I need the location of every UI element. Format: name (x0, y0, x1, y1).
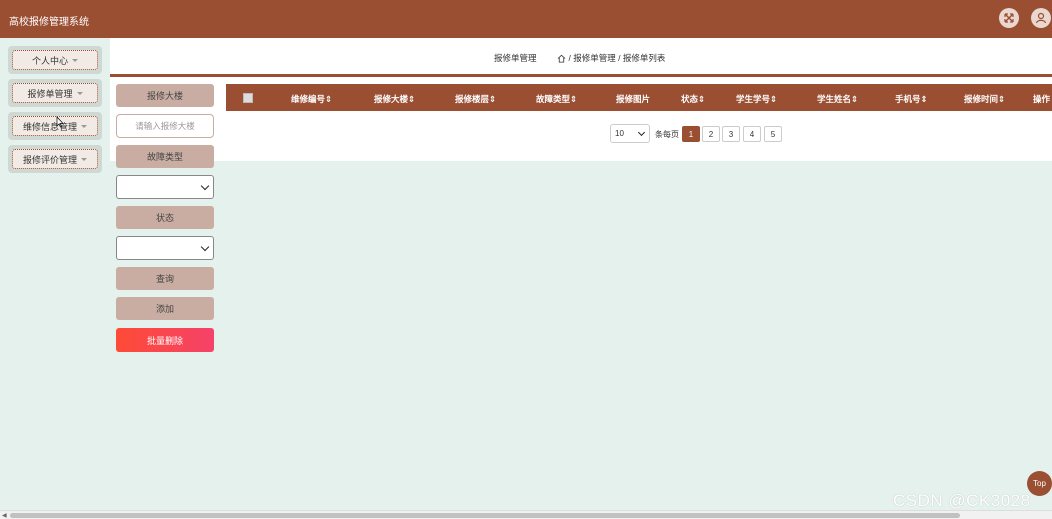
column-header: 操作 (1033, 94, 1051, 104)
back-to-top-button[interactable]: Top (1027, 471, 1052, 496)
chevron-down-icon (637, 128, 646, 137)
caret-down-icon (76, 91, 83, 95)
table-header: 维修编号⇕ 报修大楼⇕ 报修楼层⇕ 故障类型⇕ 报修图片 状态⇕ 学生学号⇕ 学… (226, 84, 1052, 111)
app-title: 高校报修管理系统 (9, 17, 89, 28)
column-header[interactable]: 学生学号⇕ (736, 93, 777, 105)
fullscreen-button[interactable] (999, 8, 1019, 28)
building-label: 报修大楼 (116, 84, 214, 107)
fault-type-label: 故障类型 (116, 145, 214, 168)
column-header[interactable]: 报修时间⇕ (964, 93, 1005, 105)
query-button[interactable]: 查询 (116, 267, 214, 290)
sidebar-item-button[interactable]: 维修信息管理 (12, 116, 98, 136)
status-label: 状态 (116, 206, 214, 229)
page-size-value: 10 (615, 129, 624, 138)
breadcrumb-path: / 报修单管理 / 报修单列表 (568, 53, 666, 63)
page-button[interactable]: 4 (743, 126, 761, 142)
building-search-input[interactable]: 请输入报修大楼 (116, 114, 214, 138)
chevron-down-icon (200, 181, 210, 191)
sidebar-item-personal-center[interactable]: 个人中心 (8, 46, 102, 74)
title-divider (110, 74, 1052, 77)
breadcrumb: 报修单管理 / 报修单管理 / 报修单列表 (494, 52, 665, 64)
sidebar (0, 38, 110, 510)
sidebar-item-button[interactable]: 报修评价管理 (12, 149, 98, 169)
mouse-cursor-icon (56, 116, 64, 128)
user-menu-button[interactable] (1031, 8, 1051, 28)
caret-down-icon (81, 157, 87, 161)
per-page-label: 条每页 (655, 130, 679, 139)
breadcrumb-title: 报修单管理 (494, 53, 537, 63)
sidebar-item-label: 维修信息管理 (22, 121, 77, 132)
chevron-down-icon (200, 242, 210, 252)
scroll-left-icon[interactable]: ◀ (2, 512, 7, 519)
caret-down-icon (72, 58, 78, 62)
add-button[interactable]: 添加 (116, 297, 214, 320)
page-button[interactable]: 2 (702, 126, 720, 142)
sidebar-item-label: 报修单管理 (27, 88, 73, 99)
watermark: CSDN @CK3028 (893, 491, 1031, 510)
sidebar-item-repair-reviews[interactable]: 报修评价管理 (8, 145, 102, 173)
page-size-select[interactable]: 10 (610, 124, 650, 143)
column-header[interactable]: 维修编号⇕ (291, 93, 332, 105)
page-button[interactable]: 1 (682, 126, 700, 142)
fullscreen-icon (1004, 13, 1014, 23)
column-header: 报修图片 (616, 94, 651, 104)
fault-type-select[interactable] (116, 175, 214, 199)
user-icon (1035, 12, 1047, 24)
top-header: 高校报修管理系统 (0, 0, 1052, 38)
sidebar-item-label: 报修评价管理 (22, 154, 77, 165)
batch-delete-button[interactable]: 批量删除 (116, 328, 214, 352)
scrollbar-thumb[interactable] (10, 513, 960, 518)
sidebar-item-label: 个人中心 (31, 55, 68, 66)
page-button[interactable]: 3 (722, 126, 740, 142)
sidebar-item-maintenance-info[interactable]: 维修信息管理 (8, 112, 102, 140)
horizontal-scrollbar[interactable]: ◀ (0, 510, 1052, 519)
column-header[interactable]: 报修大楼⇕ (374, 93, 415, 105)
column-header[interactable]: 报修楼层⇕ (455, 93, 496, 105)
column-header[interactable]: 故障类型⇕ (536, 93, 577, 105)
select-all-checkbox[interactable] (243, 93, 253, 103)
home-icon[interactable] (557, 54, 566, 63)
page-button[interactable]: 5 (764, 126, 782, 142)
building-placeholder: 请输入报修大楼 (135, 121, 195, 131)
status-select[interactable] (116, 236, 214, 260)
sidebar-item-repair-orders[interactable]: 报修单管理 (8, 79, 102, 107)
caret-down-icon (81, 124, 87, 128)
sidebar-item-button[interactable]: 个人中心 (12, 50, 98, 70)
column-header[interactable]: 手机号⇕ (895, 93, 928, 105)
column-header[interactable]: 状态⇕ (681, 93, 705, 105)
column-header[interactable]: 学生姓名⇕ (817, 93, 858, 105)
sidebar-item-button[interactable]: 报修单管理 (12, 83, 98, 103)
